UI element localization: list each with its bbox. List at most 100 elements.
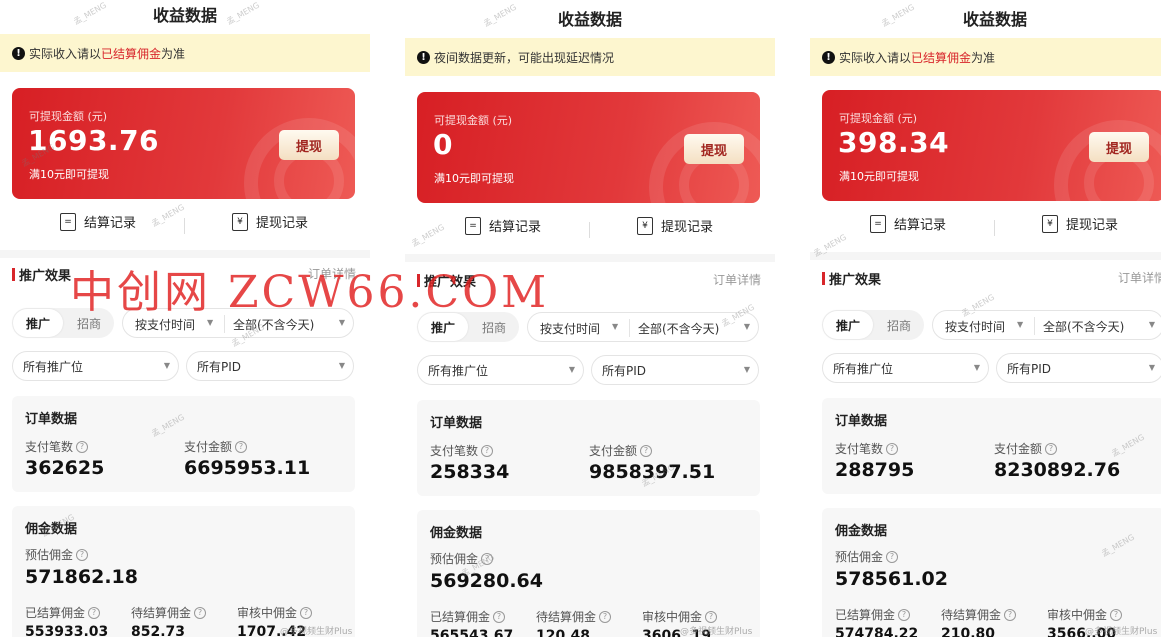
withdraw-record-link[interactable]: ¥ 提现记录 [637,216,713,235]
section-title: 推广效果 [12,265,71,284]
position-select[interactable]: 所有推广位 ▼ [12,351,179,381]
settled-value: 553933.03 [25,624,109,637]
settle-record-link[interactable]: = 结算记录 [870,214,946,233]
section-title: 推广效果 [822,269,881,288]
footer-watermark: @多视频生财Plus [680,627,753,637]
pid-select[interactable]: 所有PID ▼ [186,351,354,381]
settled-label: 已结算佣金? [430,608,506,625]
help-icon[interactable]: ? [235,440,248,453]
min-withdraw-note: 满10元即可提现 [434,172,514,185]
range-select[interactable]: 全部(不含今天) [638,320,719,337]
pay-count-label-text: 支付笔数 [430,444,479,458]
order-data-title: 订单数据 [25,412,78,427]
estimated-label: 预估佣金? [835,548,899,565]
help-icon[interactable]: ? [705,610,718,623]
estimated-value: 571862.18 [25,566,138,588]
chevron-down-icon: ▼ [1148,363,1155,372]
balance-card: 可提现金额 (元) 1693.76 满10元即可提现 提现 [12,88,355,199]
position-select-value: 所有推广位 [833,361,894,376]
review-label-text: 审核中佣金 [237,606,298,620]
chevron-down-icon: ▼ [568,365,575,374]
pay-count-label: 支付笔数? [25,438,89,455]
estimated-label-text: 预估佣金 [25,548,74,562]
order-data-box: 订单数据 支付笔数? 258334 支付金额? 9858397.51 [417,400,760,496]
notice-text-pre: 实际收入请以 [839,50,912,65]
withdraw-button[interactable]: 提现 [1089,132,1149,162]
pending-label: 待结算佣金? [131,604,207,621]
settled-label: 已结算佣金? [835,606,911,623]
withdraw-record-label: 提现记录 [661,220,714,235]
help-icon[interactable]: ? [1045,442,1058,455]
promote-recruit-toggle[interactable]: 推广 招商 [822,310,924,340]
tab-promote[interactable]: 推广 [13,309,63,337]
time-type-select[interactable]: 按支付时间 [945,318,1005,335]
withdraw-record-label: 提现记录 [256,216,309,231]
settled-label-text: 已结算佣金 [430,610,491,624]
notice-text-pre: 实际收入请以 [29,46,102,61]
chevron-down-icon: ▼ [163,361,170,370]
position-select[interactable]: 所有推广位 ▼ [417,355,584,385]
pid-select[interactable]: 所有PID ▼ [591,355,759,385]
pay-amount-label: 支付金额? [994,440,1058,457]
help-icon[interactable]: ? [76,548,89,561]
help-icon[interactable]: ? [1110,608,1123,621]
pay-count-label-text: 支付笔数 [835,442,884,456]
pay-amount-label-text: 支付金额 [994,442,1043,456]
chevron-down-icon: ▼ [1148,320,1155,329]
help-icon[interactable]: ? [898,608,911,621]
help-icon[interactable]: ? [886,442,899,455]
help-icon[interactable]: ? [481,444,494,457]
withdraw-button[interactable]: 提现 [684,134,744,164]
tab-promote[interactable]: 推广 [823,311,873,339]
help-icon[interactable]: ? [886,550,899,563]
tab-recruit[interactable]: 招商 [874,310,924,340]
pending-value: 852.73 [131,624,186,637]
settle-record-link[interactable]: = 结算记录 [465,216,541,235]
help-icon[interactable]: ? [493,610,506,623]
settled-value: 574784.22 [835,626,919,637]
settled-label-text: 已结算佣金 [25,606,86,620]
help-icon[interactable]: ? [194,606,207,619]
settle-record-label: 结算记录 [894,218,947,233]
alert-icon: ! [12,46,25,60]
estimated-label: 预估佣金? [25,546,89,563]
time-type-select[interactable]: 按支付时间 [540,320,600,337]
help-icon[interactable]: ? [76,440,89,453]
help-icon[interactable]: ? [88,606,101,619]
help-icon[interactable]: ? [599,610,612,623]
withdraw-button[interactable]: 提现 [279,130,339,160]
estimated-label-text: 预估佣金 [835,550,884,564]
withdraw-record-link[interactable]: ¥ 提现记录 [1042,214,1118,233]
settle-record-label: 结算记录 [489,220,542,235]
yen-receipt-icon: ¥ [1042,214,1058,233]
help-icon[interactable]: ? [300,606,313,619]
help-icon[interactable]: ? [1004,608,1017,621]
withdraw-record-link[interactable]: ¥ 提现记录 [232,212,308,231]
range-select[interactable]: 全部(不含今天) [1043,318,1124,335]
watermark-text: 中创网 ZCW66.COM [70,267,550,318]
order-data-title: 订单数据 [430,416,483,431]
position-select[interactable]: 所有推广位 ▼ [822,353,989,383]
balance-label: 可提现金额 (元) [29,110,108,123]
commission-data-title: 佣金数据 [835,524,888,539]
order-data-box: 订单数据 支付笔数? 362625 支付金额? 6695953.11 [12,396,355,492]
pay-count-value: 258334 [430,461,510,483]
settled-label: 已结算佣金? [25,604,101,621]
notice-text-highlight: 已结算佣金 [911,50,972,65]
order-detail-link[interactable]: 订单详情 [1118,269,1161,286]
pending-label-text: 待结算佣金 [941,608,1002,622]
pay-count-label: 支付笔数? [835,440,899,457]
settle-record-link[interactable]: = 结算记录 [60,212,136,231]
order-detail-link[interactable]: 订单详情 [713,271,761,288]
pay-amount-label: 支付金额? [589,442,653,459]
record-links: = 结算记录 ¥ 提现记录 [810,214,1161,242]
divider [629,319,630,337]
balance-card: 可提现金额 (元) 398.34 满10元即可提现 提现 [822,90,1161,201]
help-icon[interactable]: ? [640,444,653,457]
document-icon: = [465,216,481,235]
notice-text-post: 为准 [161,46,186,61]
position-select-value: 所有推广位 [23,359,84,374]
order-data-box: 订单数据 支付笔数? 288795 支付金额? 8230892.76 [822,398,1161,494]
pid-select[interactable]: 所有PID ▼ [996,353,1161,383]
pid-select-value: 所有PID [1007,361,1052,376]
